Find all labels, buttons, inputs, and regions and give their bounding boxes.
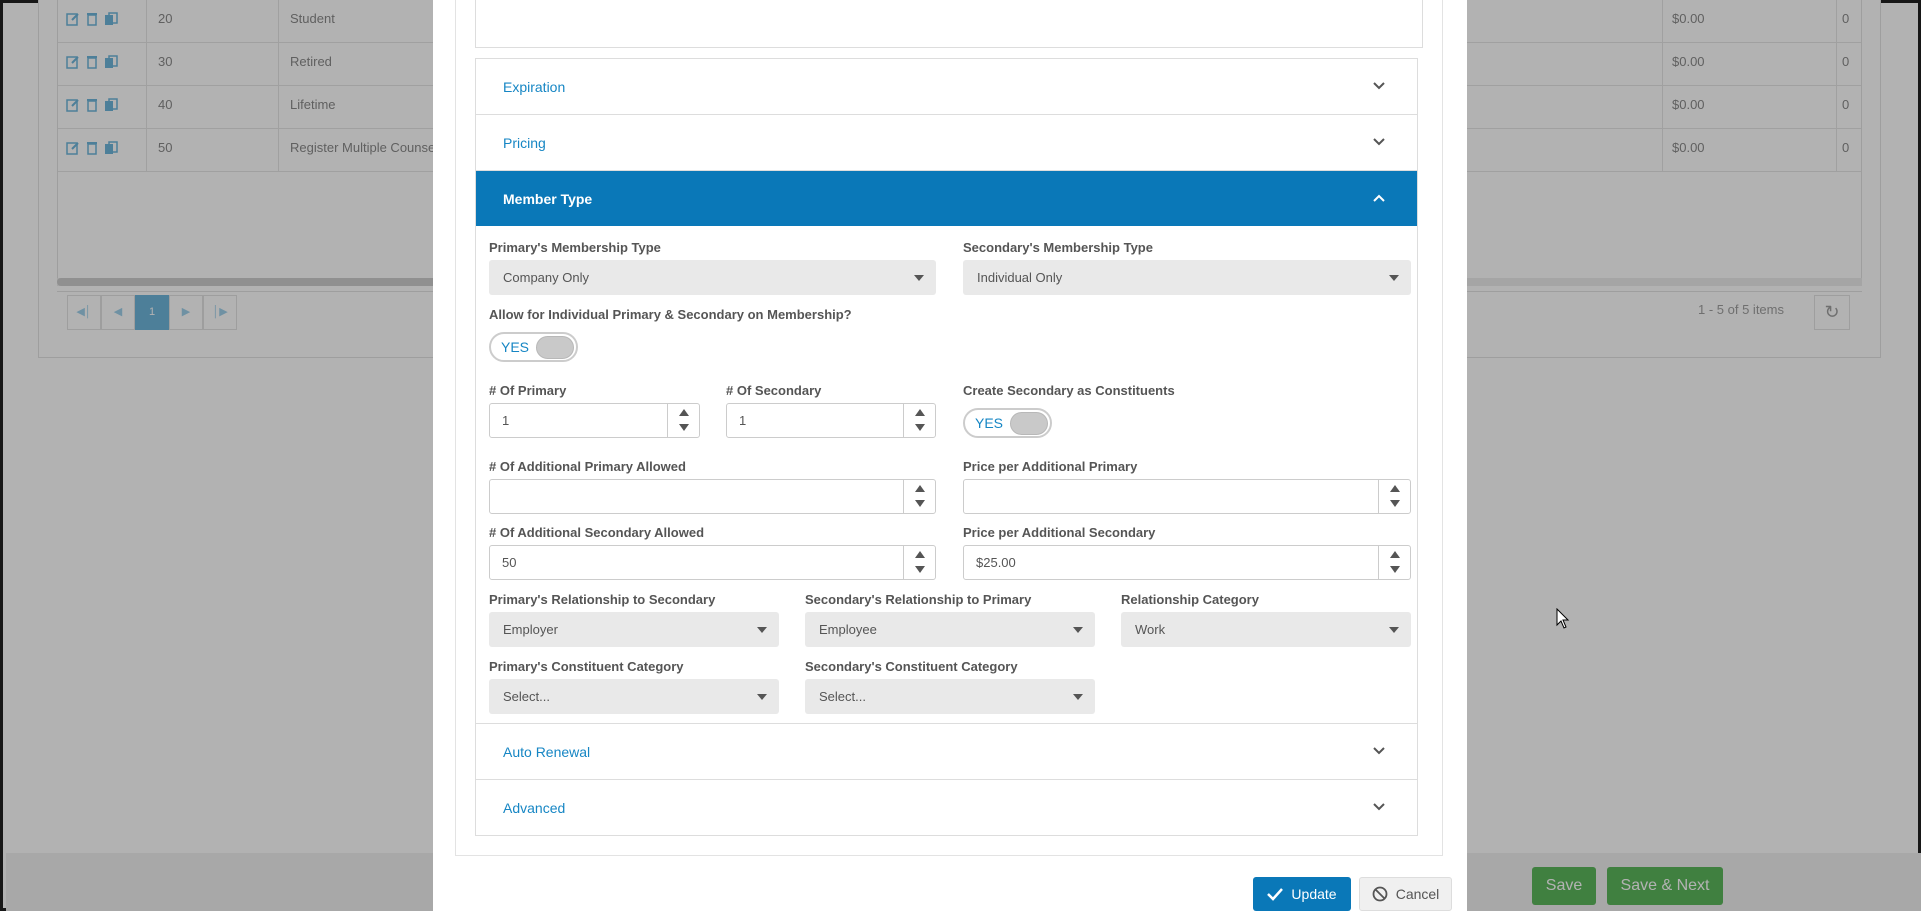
- accordion-auto-renewal[interactable]: Auto Renewal: [475, 723, 1418, 780]
- price-additional-primary-input[interactable]: [963, 479, 1411, 514]
- primary-membership-type-select[interactable]: Company Only: [489, 260, 936, 295]
- relationship-category-value: Work: [1135, 622, 1166, 637]
- spin-down-icon[interactable]: [915, 424, 925, 431]
- spin-up-icon[interactable]: [915, 409, 925, 416]
- price-additional-secondary-value: $25.00: [976, 555, 1016, 570]
- num-secondary-spinner[interactable]: [903, 404, 935, 437]
- additional-secondary-input[interactable]: 50: [489, 545, 936, 580]
- num-primary-label: # Of Primary: [489, 383, 567, 398]
- secondary-constituent-category-label: Secondary's Constituent Category: [805, 659, 1018, 674]
- caret-down-icon: [757, 627, 767, 633]
- additional-primary-input[interactable]: [489, 479, 936, 514]
- secondary-constituent-category-select[interactable]: Select...: [805, 679, 1095, 714]
- num-primary-value: 1: [502, 413, 510, 428]
- caret-down-icon: [757, 694, 767, 700]
- spin-up-icon[interactable]: [915, 485, 925, 492]
- chevron-up-icon: [1373, 194, 1385, 202]
- toggle-state-label: YES: [501, 339, 530, 355]
- primary-constituent-category-value: Select...: [503, 689, 550, 704]
- price-additional-secondary-label: Price per Additional Secondary: [963, 525, 1156, 540]
- mouse-cursor-icon: [1556, 608, 1570, 629]
- toggle-knob: [536, 336, 574, 359]
- additional-secondary-spinner[interactable]: [903, 546, 935, 579]
- accordion-pricing-header[interactable]: Pricing: [476, 115, 1417, 170]
- secondary-membership-type-value: Individual Only: [977, 270, 1063, 285]
- spin-up-icon[interactable]: [679, 409, 689, 416]
- primary-relationship-value: Employer: [503, 622, 558, 637]
- price-additional-secondary-input[interactable]: $25.00: [963, 545, 1411, 580]
- spin-down-icon[interactable]: [915, 500, 925, 507]
- accordion-expiration[interactable]: Expiration: [475, 58, 1418, 115]
- secondary-membership-type-select[interactable]: Individual Only: [963, 260, 1411, 295]
- caret-down-icon: [914, 275, 924, 281]
- spin-up-icon[interactable]: [915, 551, 925, 558]
- create-secondary-toggle[interactable]: YES: [963, 408, 1052, 438]
- update-button-label: Update: [1291, 886, 1337, 902]
- accordion-advanced-title: Advanced: [503, 799, 566, 816]
- cancel-button-label: Cancel: [1395, 886, 1440, 902]
- spin-up-icon[interactable]: [1390, 485, 1400, 492]
- update-button[interactable]: Update: [1253, 877, 1351, 911]
- ban-icon: [1372, 886, 1388, 902]
- toggle-state-label: YES: [975, 415, 1004, 431]
- accordion-member-type: Member Type Primary's Membership Type Co…: [475, 170, 1418, 724]
- num-primary-spinner[interactable]: [667, 404, 699, 437]
- additional-secondary-label: # Of Additional Secondary Allowed: [489, 525, 705, 540]
- accordion-advanced[interactable]: Advanced: [475, 779, 1418, 836]
- primary-relationship-select[interactable]: Employer: [489, 612, 779, 647]
- chevron-down-icon: [1373, 82, 1385, 90]
- accordion-pricing[interactable]: Pricing: [475, 114, 1418, 171]
- edit-membership-modal: Expiration Pricing Member Type Primary's…: [433, 0, 1467, 911]
- accordion-expiration-title: Expiration: [503, 78, 566, 95]
- create-secondary-label: Create Secondary as Constituents: [963, 383, 1175, 398]
- previous-panel: [475, 0, 1423, 48]
- accordion-auto-renewal-header[interactable]: Auto Renewal: [476, 724, 1417, 779]
- primary-constituent-category-label: Primary's Constituent Category: [489, 659, 684, 674]
- accordion-member-type-title: Member Type: [503, 190, 593, 207]
- secondary-constituent-category-value: Select...: [819, 689, 866, 704]
- secondary-relationship-select[interactable]: Employee: [805, 612, 1095, 647]
- num-secondary-value: 1: [739, 413, 747, 428]
- num-secondary-label: # Of Secondary: [726, 383, 822, 398]
- chevron-down-icon: [1373, 138, 1385, 146]
- caret-down-icon: [1389, 627, 1399, 633]
- toggle-knob: [1010, 412, 1048, 435]
- caret-down-icon: [1073, 627, 1083, 633]
- caret-down-icon: [1389, 275, 1399, 281]
- cancel-button[interactable]: Cancel: [1359, 877, 1452, 911]
- primary-membership-type-label: Primary's Membership Type: [489, 240, 661, 255]
- secondary-relationship-value: Employee: [819, 622, 877, 637]
- additional-secondary-value: 50: [502, 555, 517, 570]
- price-additional-secondary-spinner[interactable]: [1378, 546, 1410, 579]
- spin-down-icon[interactable]: [1390, 566, 1400, 573]
- relationship-category-select[interactable]: Work: [1121, 612, 1411, 647]
- num-secondary-input[interactable]: 1: [726, 403, 936, 438]
- accordion-advanced-header[interactable]: Advanced: [476, 780, 1417, 835]
- accordion-pricing-title: Pricing: [503, 134, 546, 151]
- secondary-membership-type-label: Secondary's Membership Type: [963, 240, 1153, 255]
- secondary-relationship-label: Secondary's Relationship to Primary: [805, 592, 1032, 607]
- additional-primary-label: # Of Additional Primary Allowed: [489, 459, 686, 474]
- accordion-auto-renewal-title: Auto Renewal: [503, 743, 591, 760]
- primary-membership-type-value: Company Only: [503, 270, 589, 285]
- chevron-down-icon: [1373, 747, 1385, 755]
- num-primary-input[interactable]: 1: [489, 403, 700, 438]
- spin-down-icon[interactable]: [1390, 500, 1400, 507]
- relationship-category-label: Relationship Category: [1121, 592, 1259, 607]
- chevron-down-icon: [1373, 803, 1385, 811]
- price-additional-primary-spinner[interactable]: [1378, 480, 1410, 513]
- check-icon: [1267, 888, 1284, 901]
- allow-individual-toggle[interactable]: YES: [489, 332, 578, 362]
- additional-primary-spinner[interactable]: [903, 480, 935, 513]
- spin-down-icon[interactable]: [915, 566, 925, 573]
- spin-down-icon[interactable]: [679, 424, 689, 431]
- accordion-member-type-header[interactable]: Member Type: [476, 171, 1417, 226]
- primary-constituent-category-select[interactable]: Select...: [489, 679, 779, 714]
- spin-up-icon[interactable]: [1390, 551, 1400, 558]
- primary-relationship-label: Primary's Relationship to Secondary: [489, 592, 716, 607]
- allow-individual-label: Allow for Individual Primary & Secondary…: [489, 307, 852, 322]
- caret-down-icon: [1073, 694, 1083, 700]
- accordion-expiration-header[interactable]: Expiration: [476, 59, 1417, 114]
- price-additional-primary-label: Price per Additional Primary: [963, 459, 1138, 474]
